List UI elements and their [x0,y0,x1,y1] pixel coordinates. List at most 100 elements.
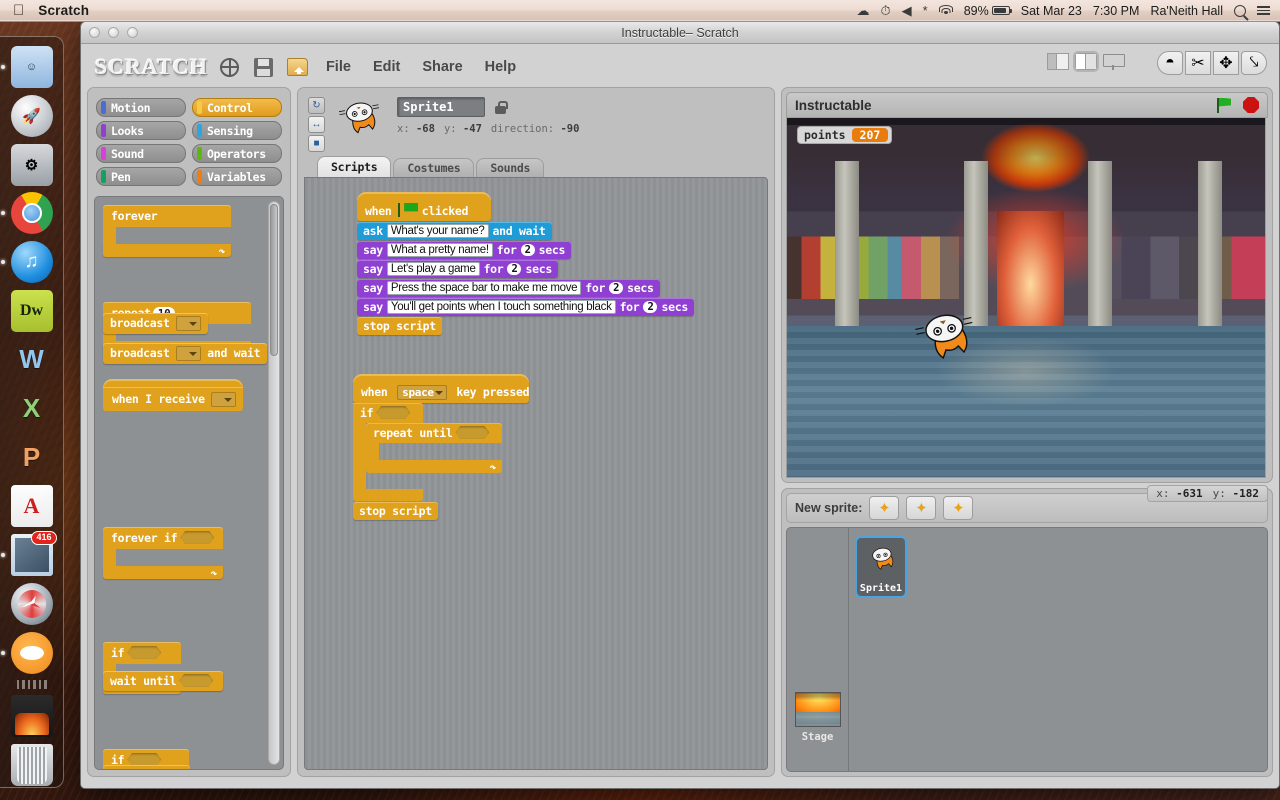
tab-costumes[interactable]: Costumes [393,158,475,177]
message-dropdown[interactable] [211,392,236,407]
broadcast-dropdown[interactable] [176,346,201,361]
broadcast-dropdown[interactable] [176,316,201,331]
when-key-pressed-block[interactable]: when space key pressed [353,374,530,403]
window-traffic-lights[interactable] [89,27,138,38]
boolean-slot[interactable] [180,531,215,544]
dock-item-scratch[interactable] [0,631,55,675]
do-not-rotate-icon[interactable]: ■ [308,135,325,152]
palette-broadcast-block[interactable]: broadcast [103,313,208,334]
palette-scrollbar-thumb[interactable] [270,204,278,356]
category-sound[interactable]: Sound [96,144,186,163]
stage-canvas[interactable]: points 207 [786,118,1266,478]
repeat-until-block[interactable]: repeat until ↷ [366,423,502,474]
category-motion[interactable]: Motion [96,98,186,117]
key-dropdown[interactable]: space [397,385,447,400]
palette-when-i-receive-block[interactable]: when I receive [103,379,243,411]
window-titlebar[interactable]: Instructable– Scratch [81,22,1279,44]
paint-new-sprite-icon[interactable]: ✦ [869,496,900,520]
random-sprite-icon[interactable]: ✦ [943,496,974,520]
dock-item-safari[interactable] [9,582,55,626]
stop-all-icon[interactable] [1243,97,1259,113]
stage-sprite-sprite1[interactable] [907,286,987,396]
scissors-icon[interactable]: ✂ [1185,51,1211,75]
notification-center-icon[interactable] [1257,5,1270,16]
dock-item-itunes[interactable]: ♫ [0,240,55,284]
palette-stop-script-block[interactable]: stop script [103,765,190,769]
minimize-button[interactable] [108,27,119,38]
open-project-icon[interactable] [286,55,310,79]
dock-item-launchpad[interactable]: 🚀 [9,94,55,138]
script-canvas[interactable]: when clicked ask What's your name? and w… [304,177,768,770]
small-stage-icon[interactable] [1047,53,1069,70]
menu-share[interactable]: Share [416,57,468,77]
green-flag-script[interactable]: when clicked ask What's your name? and w… [357,192,694,335]
lock-icon[interactable] [495,100,508,114]
say-message-field[interactable]: What a pretty name! [386,243,493,257]
tab-scripts[interactable]: Scripts [317,156,392,177]
tab-sounds[interactable]: Sounds [476,158,545,177]
dock-item-microsoft-word[interactable]: W [9,338,55,382]
dock-item-dreamweaver[interactable]: Dw [9,289,55,333]
dock-item-system-preferences[interactable]: ⚙ [9,143,55,187]
boolean-slot[interactable] [455,426,490,439]
apple-logo-icon[interactable]:  [13,3,24,18]
palette-block-list[interactable]: forever ↷ repeat10 ↷ broadcast [94,196,284,770]
say-message-field[interactable]: Let's play a game [386,262,480,276]
menu-file[interactable]: File [320,57,357,77]
spotlight-search-icon[interactable] [1234,4,1246,17]
ask-question-field[interactable]: What's your name? [386,224,489,238]
say-for-secs-block[interactable]: say Press the space bar to make me move … [357,279,660,297]
dock-item-microsoft-powerpoint[interactable]: P [9,436,55,480]
say-message-field[interactable]: Press the space bar to make me move [386,281,582,295]
menu-help[interactable]: Help [479,57,522,77]
shrink-icon[interactable]: ⤥ [1241,51,1267,75]
volume-icon[interactable]: ◀ [902,3,912,19]
say-seconds-field[interactable]: 2 [520,244,535,256]
dock-item-fireplace[interactable] [9,694,55,738]
save-icon[interactable] [252,55,276,79]
variable-watcher-points[interactable]: points 207 [797,126,893,144]
dock-item-trash[interactable] [9,743,55,787]
time-machine-icon[interactable]: ⏱ [881,3,891,19]
category-sensing[interactable]: Sensing [192,121,282,140]
category-control[interactable]: Control [192,98,282,117]
when-green-flag-clicked-block[interactable]: when clicked [357,192,491,221]
grow-icon[interactable]: ✥ [1213,51,1239,75]
menubar-username[interactable]: Ra'Neith Hall [1150,4,1223,18]
dock-item-adobe-acrobat[interactable]: A [9,484,55,528]
bluetooth-icon[interactable]: * [923,3,928,18]
stop-script-block[interactable]: stop script [357,317,442,335]
battery-indicator[interactable]: 89% [964,4,1012,18]
ask-and-wait-block[interactable]: ask What's your name? and wait [357,222,552,240]
category-operators[interactable]: Operators [192,144,282,163]
palette-forever-block[interactable]: forever ↷ [103,205,231,258]
dock-item-google-chrome[interactable] [0,191,55,235]
stop-script-block[interactable]: stop script [353,502,438,520]
say-seconds-field[interactable]: 2 [609,282,624,294]
if-block[interactable]: if [353,403,423,423]
say-seconds-field[interactable]: 2 [507,263,522,275]
say-for-secs-block[interactable]: say What a pretty name! for 2 secs [357,241,572,259]
stage-selector[interactable]: Stage [787,528,849,771]
boolean-slot[interactable] [179,674,214,687]
sprite-name-input[interactable]: Sprite1 [397,97,485,117]
say-for-secs-block[interactable]: say You'll get points when I touch somet… [357,298,694,316]
menubar-app-name[interactable]: Scratch [38,3,89,18]
sprite-cell-sprite1[interactable]: Sprite1 [855,536,907,598]
presentation-mode-icon[interactable] [1103,53,1125,70]
choose-new-sprite-icon[interactable]: ✦ [906,496,937,520]
dock-item-microsoft-excel[interactable]: X [9,387,55,431]
normal-stage-icon[interactable] [1073,51,1099,72]
zoom-button[interactable] [127,27,138,38]
close-button[interactable] [89,27,100,38]
globe-icon[interactable] [218,55,242,79]
left-right-flip-icon[interactable]: ↔ [308,116,325,133]
stamp-icon[interactable]: ◓ [1157,51,1183,75]
palette-wait-until-block[interactable]: wait until [103,671,224,691]
boolean-slot[interactable] [127,646,162,659]
dock-item-finder[interactable]: ☺ [0,45,55,89]
say-seconds-field[interactable]: 2 [643,301,658,313]
key-pressed-script[interactable]: when space key pressed if repeat until ↷… [353,374,530,520]
category-looks[interactable]: Looks [96,121,186,140]
palette-broadcast-and-wait-block[interactable]: broadcast and wait [103,343,268,364]
